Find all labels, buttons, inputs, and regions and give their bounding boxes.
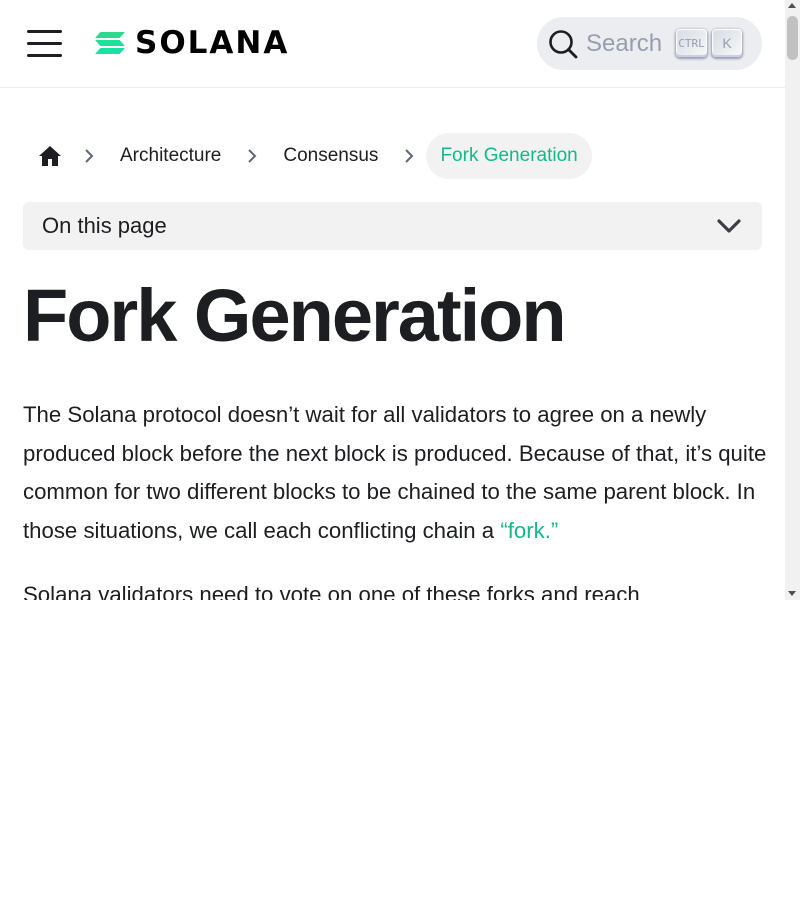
chevron-down-icon	[717, 219, 741, 233]
chevron-right-icon	[235, 133, 269, 179]
hamburger-menu-icon[interactable]	[22, 24, 68, 64]
scroll-down-arrow-icon[interactable]	[788, 591, 796, 596]
breadcrumb-item-fork-generation: Fork Generation	[426, 133, 592, 179]
breadcrumb-item-consensus[interactable]: Consensus	[269, 133, 392, 179]
navbar: SOLANA Search CTRL K	[0, 0, 785, 88]
search-icon	[549, 30, 578, 59]
page-viewport: SOLANA Search CTRL K Architecture Consen…	[0, 0, 800, 600]
scrollbar[interactable]	[785, 0, 800, 600]
search-button[interactable]: Search CTRL K	[537, 17, 762, 70]
scrollbar-thumb[interactable]	[787, 16, 798, 60]
breadcrumb-item-architecture[interactable]: Architecture	[106, 133, 235, 179]
article-paragraph: Solana validators need to vote on one of…	[23, 582, 640, 600]
breadcrumb: Architecture Consensus Fork Generation	[28, 133, 592, 179]
fork-link[interactable]: “fork.”	[500, 518, 558, 543]
home-icon[interactable]	[28, 133, 72, 179]
search-placeholder: Search	[586, 30, 663, 57]
solana-logo[interactable]: SOLANA	[95, 27, 289, 59]
paragraph-text: The Solana protocol doesn’t wait for all…	[23, 402, 767, 543]
toc-label: On this page	[42, 213, 167, 238]
scroll-up-arrow-icon[interactable]	[788, 3, 796, 8]
k-key-hint: K	[712, 29, 742, 57]
page-title: Fork Generation	[23, 274, 567, 357]
article-paragraph: The Solana protocol doesn’t wait for all…	[23, 396, 768, 550]
solana-logo-mark-icon	[95, 29, 125, 57]
chevron-right-icon	[72, 133, 106, 179]
brand-name: SOLANA	[135, 24, 290, 61]
toc-collapsible[interactable]: On this page	[23, 202, 762, 250]
ctrl-key-hint: CTRL	[676, 29, 707, 57]
chevron-right-icon	[392, 133, 426, 179]
